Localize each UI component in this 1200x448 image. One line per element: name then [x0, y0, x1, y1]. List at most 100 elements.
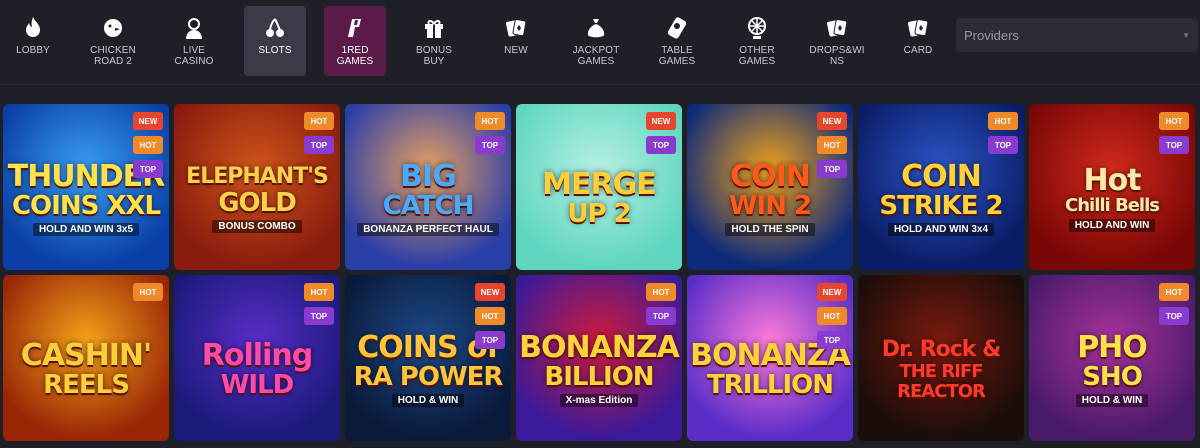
1red-logo-icon: [342, 15, 368, 41]
game-title-line2: SHO: [1082, 362, 1143, 392]
game-tile[interactable]: BONANZA BILLION X-mas Edition HOT TOP: [516, 275, 682, 441]
game-tile[interactable]: PHO SHO HOLD & WIN HOT TOP: [1029, 275, 1195, 441]
top-badge: TOP: [304, 136, 334, 154]
game-title-line2: COINS XXL: [11, 191, 161, 221]
providers-select[interactable]: Providers ▼: [956, 18, 1198, 52]
roulette-table-icon: [664, 15, 690, 41]
nav-item-label: 1RED GAMES: [336, 45, 374, 67]
game-tile[interactable]: COIN STRIKE 2 HOLD AND WIN 3x4 HOT TOP: [858, 104, 1024, 270]
game-tile[interactable]: COINS of RA POWER HOLD & WIN NEW HOT TOP: [345, 275, 511, 441]
nav-item-label: SLOTS: [258, 45, 292, 56]
cards-icon: [905, 15, 931, 41]
nav-item-label: DROPS&WI NS: [809, 45, 865, 67]
hot-badge: HOT: [988, 112, 1018, 130]
game-subtitle: HOLD & WIN: [1075, 394, 1149, 407]
game-title-line2: THE RIFF REACTOR: [897, 361, 986, 402]
nav-item-label: LOBBY: [16, 45, 50, 56]
game-title-line1: ELEPHANT'S: [186, 164, 329, 189]
top-badge: TOP: [817, 331, 847, 349]
top-badge: TOP: [817, 160, 847, 178]
game-tile[interactable]: BIG CATCH BONANZA PERFECT HAUL HOT TOP: [345, 104, 511, 270]
new-badge: NEW: [475, 283, 505, 301]
game-subtitle: HOLD & WIN: [391, 394, 465, 407]
game-title-line1: BONANZA: [519, 330, 680, 365]
game-tile[interactable]: Hot Chilli Bells HOLD AND WIN HOT TOP: [1029, 104, 1195, 270]
hot-badge: HOT: [646, 283, 676, 301]
divider: [0, 84, 1200, 85]
nav-item-label: LIVE CASINO: [174, 45, 214, 67]
chicken-icon: [100, 15, 126, 41]
gift-icon: [421, 15, 447, 41]
game-subtitle: BONUS COMBO: [212, 220, 302, 233]
hot-badge: HOT: [475, 112, 505, 130]
game-title: Hot Chilli Bells HOLD AND WIN: [1035, 144, 1189, 254]
hot-badge: HOT: [475, 307, 505, 325]
game-title-line1: COIN: [730, 159, 811, 194]
nav-item-1red-games[interactable]: 1RED GAMES: [324, 6, 386, 76]
game-tile[interactable]: THUNDER COINS XXL HOLD AND WIN 3x5 NEW HOT TO…: [3, 104, 169, 270]
cards-icon: [503, 15, 529, 41]
nav-item-label: TABLE GAMES: [658, 45, 696, 67]
game-subtitle: HOLD AND WIN 3x5: [32, 223, 140, 236]
nav-item-label: BONUS BUY: [415, 45, 453, 67]
game-title-line1: MERGE: [542, 167, 657, 202]
wheel-icon: [744, 15, 770, 41]
game-title: MERGE UP 2: [522, 144, 676, 254]
nav-item-label: CHICKEN ROAD 2: [90, 45, 136, 67]
game-title-line2: RA POWER: [353, 362, 504, 392]
cards-icon: [824, 15, 850, 41]
game-tile[interactable]: BONANZA TRILLION NEW HOT TOP: [687, 275, 853, 441]
nav-item-slots[interactable]: SLOTS: [244, 6, 306, 76]
top-badge: TOP: [133, 160, 163, 178]
game-tile[interactable]: CASHIN' REELS HOT: [3, 275, 169, 441]
nav-item-chicken-road-2[interactable]: CHICKEN ROAD 2: [82, 6, 144, 76]
nav-item-label: JACKPOT GAMES: [572, 45, 620, 67]
nav-item-bonus-buy[interactable]: BONUS BUY: [403, 6, 465, 76]
game-tile[interactable]: Dr. Rock & THE RIFF REACTOR: [858, 275, 1024, 441]
game-tile[interactable]: MERGE UP 2 NEW TOP: [516, 104, 682, 270]
game-title: PHO SHO HOLD & WIN: [1035, 315, 1189, 425]
nav-item-new[interactable]: NEW: [485, 6, 547, 76]
game-title: BIG CATCH BONANZA PERFECT HAUL: [351, 144, 505, 254]
top-badge: TOP: [475, 136, 505, 154]
game-title-line1: CASHIN': [20, 338, 152, 373]
game-tile[interactable]: Rolling WILD HOT TOP: [174, 275, 340, 441]
hot-badge: HOT: [1159, 283, 1189, 301]
top-badge: TOP: [988, 136, 1018, 154]
new-badge: NEW: [133, 112, 163, 130]
game-title-line2: UP 2: [567, 199, 631, 229]
nav-item-label: OTHER GAMES: [738, 45, 776, 67]
nav-item-card[interactable]: CARD: [887, 6, 949, 76]
cherries-icon: [262, 15, 288, 41]
new-badge: NEW: [646, 112, 676, 130]
game-tile[interactable]: COIN WIN 2 HOLD THE SPIN NEW HOT TOP: [687, 104, 853, 270]
game-title: ELEPHANT'S GOLD BONUS COMBO: [180, 144, 334, 254]
game-title-line1: Hot: [1083, 163, 1141, 198]
chevron-down-icon: ▼: [1182, 30, 1190, 40]
game-title: Rolling WILD: [180, 315, 334, 425]
nav-item-lobby[interactable]: LOBBY: [2, 6, 64, 76]
top-badge: TOP: [304, 307, 334, 325]
nav-item-other-games[interactable]: OTHER GAMES: [726, 6, 788, 76]
dealer-icon: [181, 15, 207, 41]
game-title-line1: BIG: [400, 159, 457, 194]
game-title-line2: STRIKE 2: [879, 191, 1003, 221]
game-title-line2: WILD: [220, 370, 295, 400]
nav-item-jackpot-games[interactable]: JACKPOT GAMES: [565, 6, 627, 76]
nav-item-table-games[interactable]: TABLE GAMES: [646, 6, 708, 76]
game-title-line2: REELS: [43, 370, 130, 400]
game-title-line2: WIN 2: [728, 191, 812, 221]
game-title: CASHIN' REELS: [9, 315, 163, 425]
providers-placeholder: Providers: [964, 27, 1019, 43]
hot-badge: HOT: [1159, 112, 1189, 130]
nav-item-drops-wi-ns[interactable]: DROPS&WI NS: [806, 6, 868, 76]
nav-item-label: NEW: [504, 45, 528, 56]
game-title-line1: Rolling: [201, 338, 313, 373]
hot-badge: HOT: [304, 112, 334, 130]
nav-item-live-casino[interactable]: LIVE CASINO: [163, 6, 225, 76]
game-title-line2: CATCH: [382, 191, 475, 221]
game-tile[interactable]: ELEPHANT'S GOLD BONUS COMBO HOT TOP: [174, 104, 340, 270]
new-badge: NEW: [817, 112, 847, 130]
game-title: Dr. Rock & THE RIFF REACTOR: [864, 315, 1018, 425]
game-title-line2: GOLD: [218, 188, 297, 218]
